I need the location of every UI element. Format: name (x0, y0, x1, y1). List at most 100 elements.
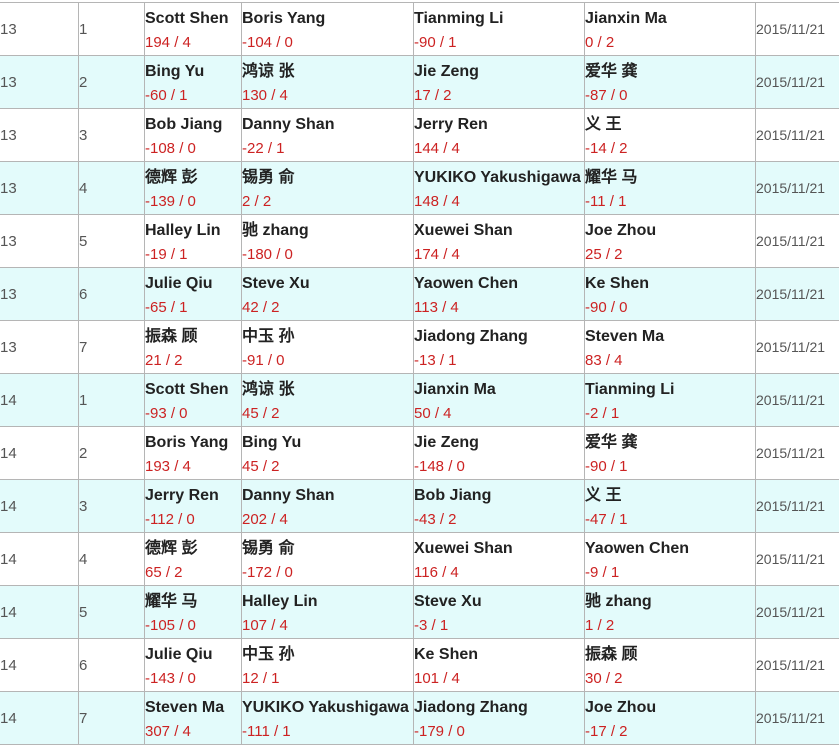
player-name: Bing Yu (145, 63, 241, 81)
round-cell: 13 (0, 56, 79, 109)
table-number: 6 (79, 286, 87, 303)
round-cell: 14 (0, 692, 79, 745)
match-date: 2015/11/21 (756, 127, 825, 143)
player-score: 130 / 4 (242, 87, 413, 105)
round-number: 13 (0, 286, 17, 303)
player-name: Bob Jiang (414, 487, 584, 505)
player-name: Jerry Ren (414, 116, 584, 134)
player-cell: Scott Shen -93 / 0 (145, 374, 242, 427)
table-row: 14 5 耀华 马 -105 / 0 Halley Lin 107 / 4 St… (0, 586, 839, 639)
match-date: 2015/11/21 (756, 498, 825, 514)
player-cell: Jerry Ren 144 / 4 (414, 109, 585, 162)
date-cell: 2015/11/21 (756, 162, 839, 215)
player-score: -143 / 0 (145, 670, 241, 688)
table-cell: 2 (79, 427, 145, 480)
player-cell: 德辉 彭 65 / 2 (145, 533, 242, 586)
player-cell: Steven Ma 307 / 4 (145, 692, 242, 745)
player-name: 鸿谅 张 (242, 63, 413, 81)
player-score: -2 / 1 (585, 405, 755, 423)
player-name: Steven Ma (585, 328, 755, 346)
table-number: 7 (79, 339, 87, 356)
player-cell: Ke Shen -90 / 0 (585, 268, 756, 321)
round-cell: 14 (0, 639, 79, 692)
player-cell: Steven Ma 83 / 4 (585, 321, 756, 374)
player-score: -87 / 0 (585, 87, 755, 105)
match-date: 2015/11/21 (756, 233, 825, 249)
match-date: 2015/11/21 (756, 445, 825, 461)
player-cell: 锡勇 俞 2 / 2 (242, 162, 414, 215)
table-row: 14 2 Boris Yang 193 / 4 Bing Yu 45 / 2 J… (0, 427, 839, 480)
date-cell: 2015/11/21 (756, 480, 839, 533)
table-number: 2 (79, 74, 87, 91)
player-score: -93 / 0 (145, 405, 241, 423)
player-name: Julie Qiu (145, 646, 241, 664)
player-score: -112 / 0 (145, 511, 241, 529)
table-cell: 7 (79, 692, 145, 745)
player-name: Jie Zeng (414, 434, 584, 452)
round-cell: 13 (0, 162, 79, 215)
round-cell: 13 (0, 321, 79, 374)
round-number: 14 (0, 657, 17, 674)
player-score: 2 / 2 (242, 193, 413, 211)
round-cell: 14 (0, 533, 79, 586)
round-number: 13 (0, 180, 17, 197)
player-name: 耀华 马 (145, 593, 241, 611)
player-score: 113 / 4 (414, 299, 584, 317)
player-cell: Steve Xu 42 / 2 (242, 268, 414, 321)
player-cell: Joe Zhou 25 / 2 (585, 215, 756, 268)
table-cell: 2 (79, 56, 145, 109)
date-cell: 2015/11/21 (756, 427, 839, 480)
match-date: 2015/11/21 (756, 339, 825, 355)
date-cell: 2015/11/21 (756, 109, 839, 162)
player-score: 101 / 4 (414, 670, 584, 688)
player-score: -14 / 2 (585, 140, 755, 158)
round-number: 13 (0, 233, 17, 250)
player-score: -60 / 1 (145, 87, 241, 105)
player-cell: Boris Yang 193 / 4 (145, 427, 242, 480)
player-name: 中玉 孙 (242, 328, 413, 346)
table-cell: 1 (79, 374, 145, 427)
player-score: -111 / 1 (242, 723, 413, 741)
player-score: 144 / 4 (414, 140, 584, 158)
player-name: Boris Yang (242, 10, 413, 28)
player-cell: Jie Zeng 17 / 2 (414, 56, 585, 109)
table-cell: 6 (79, 268, 145, 321)
match-date: 2015/11/21 (756, 657, 825, 673)
match-date: 2015/11/21 (756, 180, 825, 196)
table-number: 2 (79, 445, 87, 462)
player-cell: YUKIKO Yakushigawa -111 / 1 (242, 692, 414, 745)
player-cell: 耀华 马 -11 / 1 (585, 162, 756, 215)
table-row: 13 2 Bing Yu -60 / 1 鸿谅 张 130 / 4 Jie Ze… (0, 56, 839, 109)
results-table-body: 13 1 Scott Shen 194 / 4 Boris Yang -104 … (0, 3, 839, 745)
player-cell: 驰 zhang 1 / 2 (585, 586, 756, 639)
player-score: 17 / 2 (414, 87, 584, 105)
player-name: Scott Shen (145, 381, 241, 399)
player-name: Steve Xu (414, 593, 584, 611)
player-cell: Danny Shan -22 / 1 (242, 109, 414, 162)
match-date: 2015/11/21 (756, 710, 825, 726)
player-cell: YUKIKO Yakushigawa 148 / 4 (414, 162, 585, 215)
player-cell: Boris Yang -104 / 0 (242, 3, 414, 56)
table-row: 14 6 Julie Qiu -143 / 0 中玉 孙 12 / 1 Ke S… (0, 639, 839, 692)
player-name: 耀华 马 (585, 169, 755, 187)
table-number: 3 (79, 127, 87, 144)
player-score: -47 / 1 (585, 511, 755, 529)
player-name: Bing Yu (242, 434, 413, 452)
player-cell: Julie Qiu -143 / 0 (145, 639, 242, 692)
player-score: 65 / 2 (145, 564, 241, 582)
date-cell: 2015/11/21 (756, 215, 839, 268)
date-cell: 2015/11/21 (756, 533, 839, 586)
player-cell: 鸿谅 张 130 / 4 (242, 56, 414, 109)
round-cell: 14 (0, 586, 79, 639)
table-row: 13 1 Scott Shen 194 / 4 Boris Yang -104 … (0, 3, 839, 56)
table-cell: 1 (79, 3, 145, 56)
player-name: 爱华 龚 (585, 63, 755, 81)
round-cell: 13 (0, 215, 79, 268)
player-name: Bob Jiang (145, 116, 241, 134)
player-score: -90 / 1 (414, 34, 584, 52)
player-name: Jerry Ren (145, 487, 241, 505)
player-name: YUKIKO Yakushigawa (242, 699, 413, 717)
table-cell: 7 (79, 321, 145, 374)
player-score: -13 / 1 (414, 352, 584, 370)
round-number: 14 (0, 445, 17, 462)
